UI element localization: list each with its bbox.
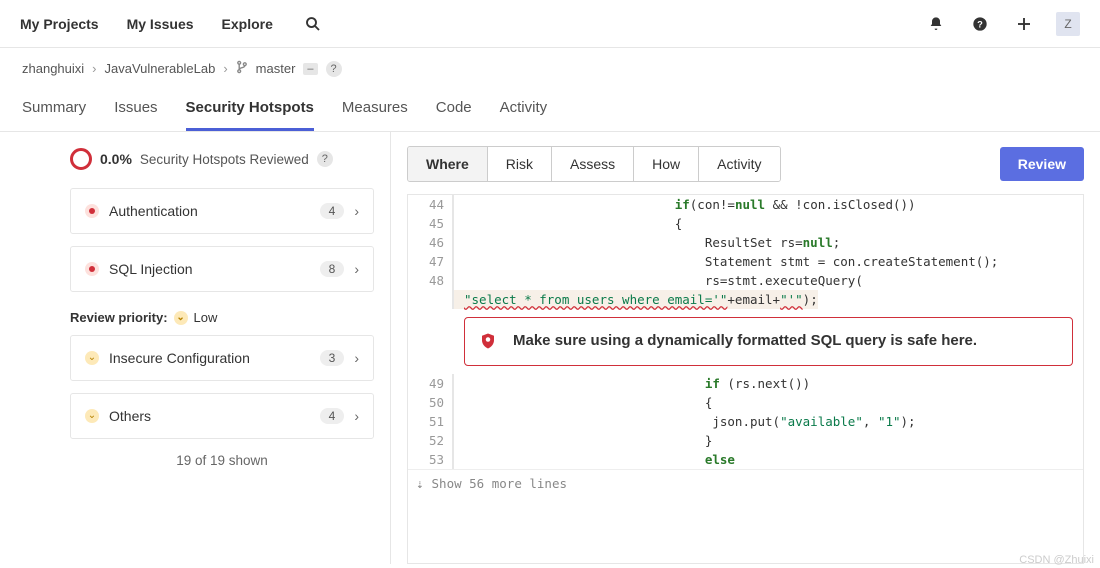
breadcrumb-branch[interactable]: master (256, 61, 296, 76)
breadcrumb-owner[interactable]: zhanghuixi (22, 61, 84, 76)
severity-low-icon (85, 351, 99, 365)
breadcrumb-help-icon[interactable]: ? (326, 61, 342, 77)
nav-my-issues[interactable]: My Issues (127, 16, 194, 32)
topbar: My Projects My Issues Explore ? Z (0, 0, 1100, 48)
hotspot-group-insecure-config[interactable]: Insecure Configuration 3 › (70, 335, 374, 381)
nav-explore[interactable]: Explore (222, 16, 273, 32)
tab-code[interactable]: Code (436, 89, 472, 131)
line-number: 51 (408, 412, 452, 431)
severity-high-icon (85, 262, 99, 276)
hotspot-group-sql-injection[interactable]: SQL Injection 8 › (70, 246, 374, 292)
subtab-risk[interactable]: Risk (488, 147, 552, 181)
group-label: Authentication (109, 203, 310, 219)
review-label: Security Hotspots Reviewed (140, 152, 309, 167)
breadcrumb: zhanghuixi › JavaVulnerableLab › master … (0, 48, 1100, 89)
line-number: 49 (408, 374, 452, 393)
group-label: Insecure Configuration (109, 350, 310, 366)
chevron-right-icon: › (354, 203, 359, 219)
group-count: 8 (320, 261, 345, 277)
hotspot-sidebar: 0.0% Security Hotspots Reviewed ? Authen… (0, 132, 390, 564)
code-viewer[interactable]: 44 if(con!=null && !con.isClosed())45 {4… (407, 194, 1084, 564)
chevron-right-icon: › (354, 261, 359, 277)
code-line: ResultSet rs=null; (454, 233, 840, 252)
group-label: Others (109, 408, 310, 424)
breadcrumb-sep: › (223, 61, 227, 76)
review-button[interactable]: Review (1000, 147, 1084, 181)
main-content: 0.0% Security Hotspots Reviewed ? Authen… (0, 132, 1100, 564)
group-count: 4 (320, 408, 345, 424)
chevron-right-icon: › (354, 408, 359, 424)
tab-summary[interactable]: Summary (22, 89, 86, 131)
severity-high-icon (85, 204, 99, 218)
line-number: 44 (408, 195, 452, 214)
code-line: json.put("available", "1"); (454, 412, 916, 431)
code-line: { (454, 214, 682, 233)
code-line: Statement stmt = con.createStatement(); (454, 252, 998, 271)
severity-low-icon (85, 409, 99, 423)
tab-activity[interactable]: Activity (500, 89, 548, 131)
line-number: 46 (408, 233, 452, 252)
shield-warning-icon (479, 332, 497, 350)
review-percent: 0.0% (100, 151, 132, 167)
hotspot-group-authentication[interactable]: Authentication 4 › (70, 188, 374, 234)
subtab-assess[interactable]: Assess (552, 147, 634, 181)
bell-icon[interactable] (924, 12, 948, 36)
issue-text: Make sure using a dynamically formatted … (513, 332, 977, 349)
line-number: 53 (408, 450, 452, 469)
avatar[interactable]: Z (1056, 12, 1080, 36)
tab-measures[interactable]: Measures (342, 89, 408, 131)
chevron-right-icon: › (354, 350, 359, 366)
issue-message-box[interactable]: Make sure using a dynamically formatted … (464, 317, 1073, 366)
code-line: } (454, 431, 712, 450)
code-line: if(con!=null && !con.isClosed()) (454, 195, 916, 214)
nav-my-projects[interactable]: My Projects (20, 16, 99, 32)
line-number: 45 (408, 214, 452, 233)
help-icon[interactable]: ? (968, 12, 992, 36)
breadcrumb-sep: › (92, 61, 96, 76)
shown-count: 19 of 19 shown (70, 453, 374, 468)
priority-section-label: Review priority: Low (70, 310, 374, 325)
line-number: 47 (408, 252, 452, 271)
group-label: SQL Injection (109, 261, 310, 277)
breadcrumb-badge: – (303, 63, 317, 75)
code-line: rs=stmt.executeQuery( (454, 271, 863, 290)
subtab-activity[interactable]: Activity (699, 147, 779, 181)
review-circle-icon (70, 148, 92, 170)
review-help-icon[interactable]: ? (317, 151, 333, 167)
line-number: 48 (408, 271, 452, 290)
hotspot-detail: Where Risk Assess How Activity Review 44… (391, 132, 1100, 564)
tab-security-hotspots[interactable]: Security Hotspots (186, 89, 314, 131)
hotspot-group-others[interactable]: Others 4 › (70, 393, 374, 439)
review-status: 0.0% Security Hotspots Reviewed ? (70, 148, 374, 170)
line-number: 50 (408, 393, 452, 412)
show-more-lines[interactable]: ⇣ Show 56 more lines (408, 469, 1083, 497)
project-tabs: Summary Issues Security Hotspots Measure… (0, 89, 1100, 132)
group-count: 4 (320, 203, 345, 219)
search-icon[interactable] (301, 12, 325, 36)
subtab-how[interactable]: How (634, 147, 699, 181)
code-line: if (rs.next()) (454, 374, 810, 393)
tab-issues[interactable]: Issues (114, 89, 157, 131)
plus-icon[interactable] (1012, 12, 1036, 36)
group-count: 3 (320, 350, 345, 366)
detail-subtabs: Where Risk Assess How Activity (407, 146, 781, 182)
svg-text:?: ? (977, 19, 983, 29)
branch-icon (236, 60, 248, 77)
subtab-where[interactable]: Where (408, 147, 488, 181)
watermark: CSDN @Zhuixi (1019, 554, 1094, 566)
line-number: 52 (408, 431, 452, 450)
breadcrumb-repo[interactable]: JavaVulnerableLab (105, 61, 216, 76)
severity-low-icon (174, 311, 188, 325)
code-line: else (454, 450, 735, 469)
code-line: { (454, 393, 712, 412)
expand-icon: ⇣ (416, 476, 424, 491)
